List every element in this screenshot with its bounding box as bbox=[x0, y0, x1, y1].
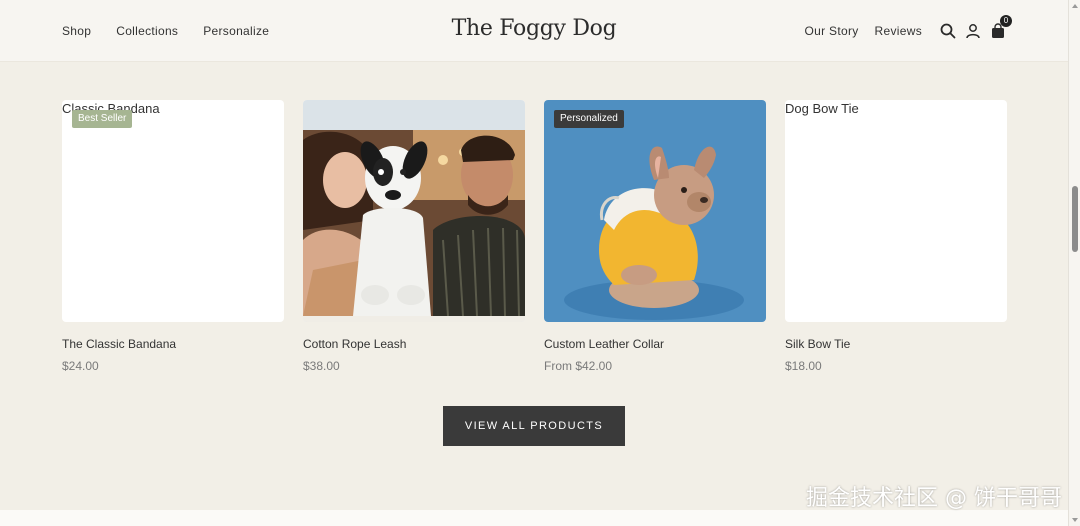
page-scrollbar[interactable] bbox=[1068, 0, 1080, 526]
product-price: From $42.00 bbox=[544, 359, 613, 373]
product-card[interactable]: Classic Bandana Best Seller The Classic … bbox=[62, 100, 284, 373]
best-seller-badge: Best Seller bbox=[72, 110, 133, 128]
product-image-broken[interactable]: Classic Bandana Best Seller bbox=[62, 100, 284, 322]
nav-reviews[interactable]: Reviews bbox=[875, 24, 922, 38]
product-name[interactable]: The Classic Bandana bbox=[62, 337, 284, 351]
scroll-up-arrow-icon[interactable] bbox=[1072, 4, 1078, 8]
product-card[interactable]: Personalized Custom Leather Collar From … bbox=[544, 100, 766, 373]
search-icon[interactable] bbox=[938, 21, 958, 41]
product-name[interactable]: Custom Leather Collar bbox=[544, 337, 766, 351]
product-image[interactable] bbox=[303, 100, 525, 322]
product-name[interactable]: Cotton Rope Leash bbox=[303, 337, 525, 351]
scroll-down-arrow-icon[interactable] bbox=[1072, 518, 1078, 522]
account-icon[interactable] bbox=[963, 21, 983, 41]
french-bulldog-photo bbox=[544, 100, 766, 322]
product-price: $24.00 bbox=[62, 359, 99, 373]
product-grid: Classic Bandana Best Seller The Classic … bbox=[62, 100, 1007, 373]
couple-with-dog-photo bbox=[303, 100, 525, 322]
product-card[interactable]: Dog Bow Tie Silk Bow Tie $18.00 bbox=[785, 100, 1007, 373]
watermark-text: 掘金技术社区 @ 饼干哥哥 bbox=[806, 486, 1062, 511]
site-header: Shop Collections Personalize The Foggy D… bbox=[0, 0, 1068, 62]
secondary-nav: Our Story Reviews 0 bbox=[805, 0, 1012, 62]
product-card[interactable]: Cotton Rope Leash $38.00 bbox=[303, 100, 525, 373]
cart-icon[interactable]: 0 bbox=[988, 15, 1012, 41]
product-price: $38.00 bbox=[303, 359, 340, 373]
footer-edge bbox=[0, 510, 1068, 526]
cart-count-badge: 0 bbox=[1000, 15, 1012, 27]
nav-our-story[interactable]: Our Story bbox=[805, 24, 859, 38]
product-name[interactable]: Silk Bow Tie bbox=[785, 337, 1007, 351]
personalized-badge: Personalized bbox=[554, 110, 624, 128]
product-image-broken[interactable]: Dog Bow Tie bbox=[785, 100, 1007, 322]
image-alt-text: Dog Bow Tie bbox=[785, 101, 859, 116]
product-image[interactable]: Personalized bbox=[544, 100, 766, 322]
view-all-products-button[interactable]: VIEW ALL PRODUCTS bbox=[443, 406, 625, 446]
scroll-thumb[interactable] bbox=[1072, 186, 1078, 252]
product-price: $18.00 bbox=[785, 359, 822, 373]
